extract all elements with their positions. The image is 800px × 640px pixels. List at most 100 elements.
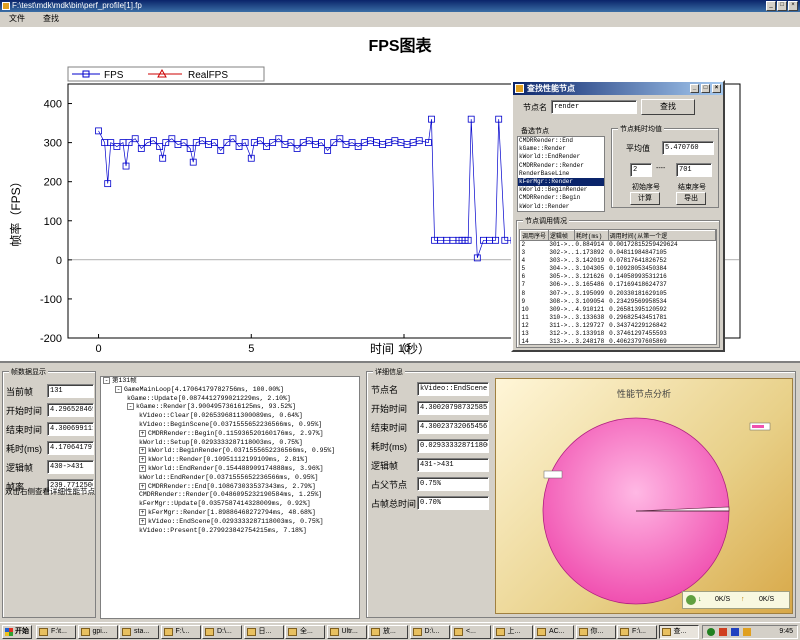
candidate-item[interactable]: kWorld::BeginRender (518, 186, 604, 194)
table-header-1[interactable]: 逻辑帧 (547, 230, 575, 241)
taskbar-item[interactable]: sta... (119, 625, 159, 639)
tree-node[interactable]: - 第131帧 (101, 377, 359, 386)
tree-node[interactable]: + kWorld::EndRender[0.154488909174888ms, … (101, 464, 359, 474)
taskbar-item[interactable]: D:\... (202, 625, 242, 639)
tree-node[interactable]: + kWorld::Render[0.10951112199109ms, 2.81… (101, 456, 359, 465)
table-cell: 5 (521, 265, 526, 273)
export-button[interactable]: 导出 (676, 192, 706, 205)
tree-expander-icon[interactable]: + (139, 464, 146, 472)
taskbar-item[interactable]: 查... (658, 625, 699, 639)
table-row[interactable]: 6 305->...3.121626 0.14058993531216 (521, 273, 716, 281)
taskbar-item[interactable]: 上... (492, 625, 533, 639)
tree-expander-icon[interactable]: + (139, 482, 146, 490)
end-seq-input[interactable]: 701 (676, 163, 712, 177)
candidate-item[interactable]: CMDRRender::Begin (518, 194, 604, 202)
candidate-item[interactable]: kWorld::Render (518, 203, 604, 211)
table-header-3[interactable]: 调用时间(从第一个逻 (607, 230, 716, 241)
taskbar-item[interactable]: AC... (534, 625, 574, 639)
tree-expander-icon[interactable]: - (115, 385, 122, 393)
tree-expander-icon[interactable]: + (139, 456, 146, 464)
tree-node[interactable]: kVideo::Present[0.279923842754215ms, 7.1… (101, 527, 359, 536)
tree-node[interactable]: - GameMainLoop[4.17064179782756ms, 100.00… (101, 385, 359, 395)
dialog-maximize-button[interactable]: □ (701, 84, 710, 93)
tray-icon-4[interactable] (743, 628, 751, 636)
tree-expander-icon[interactable]: + (139, 447, 146, 455)
calc-button[interactable]: 计算 (630, 192, 660, 205)
detail-field-label: 逻辑帧 (371, 461, 399, 471)
table-row[interactable]: 2 301->...0.884914 0.00172815259429624 (521, 241, 716, 250)
taskbar-item-icon (495, 628, 505, 636)
close-button[interactable]: × (788, 1, 798, 11)
find-node-dialog: 查找性能节点 _ □ × 节点名 render 查找 备选节点 CMDRRend… (511, 80, 725, 352)
menu-find[interactable]: 查找 (34, 12, 68, 26)
taskbar-item[interactable]: F:\... (160, 625, 201, 639)
table-row[interactable]: 8 307->...3.195099 0.20330181629105 (521, 289, 716, 297)
candidate-item[interactable]: kGame::Render (518, 145, 604, 153)
tree-node[interactable]: kVideo::Clear[0.0265396811300089ms, 0.64… (101, 412, 359, 421)
taskbar-item[interactable]: 你... (575, 625, 616, 639)
table-row[interactable]: 9 308->...3.109054 0.23429569958534 (521, 298, 716, 306)
node-name-input[interactable]: render (551, 100, 637, 114)
tree-node[interactable]: kVideo::BeginScene[0.0371555652236566ms,… (101, 421, 359, 430)
tree-node[interactable]: kWorld::Setup[0.0293333287118003ms, 0.75… (101, 439, 359, 448)
table-row[interactable]: 7 306->...3.165486 0.17169418624737 (521, 281, 716, 289)
tree-node[interactable]: + CMDRRender::End[0.108673033537343ms, 2.… (101, 482, 359, 492)
taskbar-item[interactable]: F:\t... (36, 625, 76, 639)
table-row[interactable]: 11 310->...3.133638 0.29682543451781 (521, 314, 716, 322)
table-row[interactable]: 3 302->...1.173892 0.04811984847105 (521, 249, 716, 257)
table-header-0[interactable]: 调用序号 (520, 230, 549, 241)
tree-node[interactable]: kGame::Update[0.0874412799021229ms, 2.10… (101, 395, 359, 404)
table-header-2[interactable]: 耗时(ms) (573, 230, 609, 241)
start-seq-input[interactable]: 2 (630, 163, 652, 177)
taskbar-item[interactable]: gpi... (77, 625, 118, 639)
candidate-item[interactable]: kWorld::EndRender (518, 153, 604, 161)
candidate-item[interactable]: CMDRRender::End (518, 137, 604, 145)
table-cell: 14 (521, 338, 529, 345)
tree-expander-icon[interactable]: - (127, 403, 134, 411)
taskbar-item-icon (371, 628, 380, 636)
taskbar-item[interactable]: F:\... (617, 625, 657, 639)
table-cell: 0.29682543451781 (609, 313, 667, 321)
tree-node[interactable]: kFerMgr::Update[0.0357587414328009ms, 0.… (101, 500, 359, 509)
table-row[interactable]: 14 313->...3.248178 0.40623797605869 (521, 338, 716, 345)
tray-icon-2[interactable] (719, 628, 727, 636)
table-row[interactable]: 5 304->...3.104305 0.10928053450384 (521, 265, 716, 273)
table-row[interactable]: 12 311->...3.129727 0.34374229126842 (521, 322, 716, 330)
tree-node[interactable]: kWorld::EndRender[0.0371555652236566ms, … (101, 474, 359, 483)
taskbar-item[interactable]: D:\... (409, 625, 450, 639)
dialog-minimize-button[interactable]: _ (690, 84, 699, 93)
tree-node[interactable]: + kVideo::EndScene[0.0293333287118003ms, … (101, 517, 359, 527)
maximize-button[interactable]: □ (777, 1, 787, 11)
candidate-list[interactable]: CMDRRender::End kGame::Render kWorld::EndR… (517, 136, 605, 212)
tree-expander-icon[interactable]: + (139, 429, 146, 437)
taskbar-item[interactable]: <... (451, 625, 491, 639)
tree-expander-icon[interactable]: + (139, 508, 146, 516)
search-button[interactable]: 查找 (641, 99, 695, 115)
table-row[interactable]: 13 312->...3.133918 0.37461297455593 (521, 330, 716, 338)
candidate-item[interactable]: CMDRRender::Render (518, 162, 604, 170)
candidate-item[interactable]: kFerMgr::Render (518, 177, 604, 187)
tree-node[interactable]: CMDRRender::Render[0.0486095232190584ms,… (101, 491, 359, 500)
frame-node-tree[interactable]: - 第131帧 - GameMainLoop[4.17064179782756ms, … (100, 376, 360, 619)
table-cell: 4 (521, 257, 526, 265)
tray-icon-1[interactable] (707, 628, 715, 636)
minimize-button[interactable]: _ (766, 1, 776, 11)
tree-node[interactable]: + kFerMgr::Render[1.89886468272794ms, 48.… (101, 508, 359, 518)
table-row[interactable]: 4 303->...3.142019 0.07817641826752 (521, 257, 716, 265)
table-row[interactable]: 10 309->...4.910121 0.26581395120592 (521, 306, 716, 314)
tree-node[interactable]: - kGame::Render[3.90049573616125ms, 93.52… (101, 403, 359, 412)
taskbar-item[interactable]: 日... (243, 625, 284, 639)
taskbar-item[interactable]: Ultr... (326, 625, 367, 639)
tree-expander-icon[interactable]: - (103, 377, 110, 384)
tree-node[interactable]: + kWorld::BeginRender[0.0371555652236566m… (101, 447, 359, 456)
taskbar-item[interactable]: 全... (285, 625, 325, 639)
candidate-item[interactable]: RenderBaseLine (518, 170, 604, 178)
tree-node[interactable]: + CMDRRender::Begin[0.115936520160176ms, … (101, 429, 359, 439)
node-calls-table[interactable]: 调用序号逻辑帧耗时(ms)调用时间(从第一个逻 2 301->...0.884914… (519, 229, 717, 345)
tray-icon-3[interactable] (731, 628, 739, 636)
start-button[interactable]: 开始 (2, 625, 32, 639)
tree-expander-icon[interactable]: + (139, 517, 146, 525)
menu-file[interactable]: 文件 (0, 12, 34, 26)
dialog-close-button[interactable]: × (712, 84, 721, 93)
taskbar-item[interactable]: 放... (368, 625, 408, 639)
